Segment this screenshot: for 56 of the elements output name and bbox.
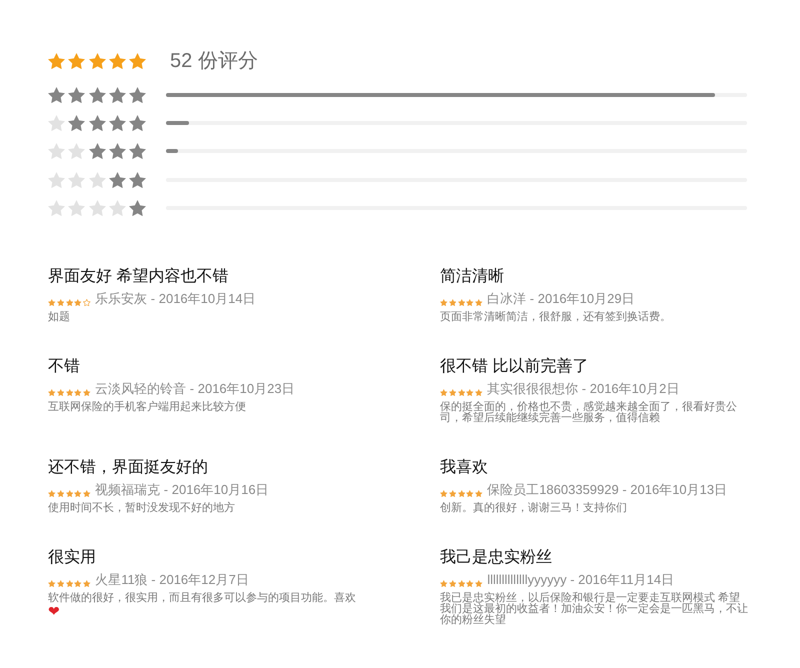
- review-byline: 乐乐安灰 - 2016年10月14日: [95, 290, 256, 307]
- star-icon: [108, 143, 126, 160]
- empty-star-icon: [48, 114, 65, 132]
- star-icon: [129, 200, 146, 216]
- review-title: 不错: [48, 356, 80, 377]
- review-text: 创新。真的很好，谢谢三马！支持你们: [440, 502, 627, 514]
- review-byline: 视频福瑞克 - 2016年10月16日: [95, 482, 269, 498]
- review-byline: 其实很很很想你 - 2016年10月2日: [487, 380, 680, 397]
- star-icon: [68, 52, 86, 70]
- star-icon: [129, 86, 146, 103]
- heart-icon: ❤: [48, 604, 60, 619]
- rating-count: 52 份评分: [170, 49, 258, 73]
- star-icon: [129, 114, 146, 132]
- review-title: 我喜欢: [440, 458, 488, 478]
- review-byline: 云淡风轻的铃音 - 2016年10月23日: [95, 380, 295, 397]
- empty-star-icon: [108, 200, 126, 216]
- star-icon: [88, 114, 106, 132]
- review-title: 很实用: [48, 548, 96, 568]
- star-icon: [88, 86, 106, 103]
- review-text: 如题: [48, 312, 70, 323]
- star-icon: [129, 172, 146, 188]
- empty-star-icon: [48, 200, 65, 216]
- review-byline: 白冰洋 - 2016年10月29日: [487, 290, 635, 307]
- empty-star-icon: [88, 200, 106, 216]
- empty-star-icon: [48, 172, 65, 188]
- empty-star-icon: [88, 172, 106, 188]
- review-byline: 保险员工18603359929 - 2016年10月13日: [487, 482, 728, 498]
- review-byline: 火星11狼 - 2016年12月7日: [95, 572, 249, 588]
- star-icon: [108, 114, 126, 132]
- star-icon: [88, 143, 106, 160]
- star-icon: [108, 52, 126, 70]
- star-icon: [48, 52, 65, 70]
- review-byline: llllllllllllllyyyyyy - 2016年11月14日: [487, 572, 674, 588]
- review-text: 保的挺全面的，价格也不贵，感觉越来越全面了，很看好贵公司，希望后续能继续完善一些服务，值得信赖: [440, 402, 738, 424]
- empty-star-icon: [68, 200, 86, 216]
- review-text: 互联网保险的手机客户端用起来比较方便: [48, 402, 246, 413]
- review-text: 页面非常清晰简洁，很舒服，还有签到换话费。: [440, 312, 671, 323]
- review-title: 还不错，界面挺友好的: [48, 458, 208, 478]
- star-icon: [48, 86, 65, 103]
- star-icon: [88, 52, 106, 70]
- empty-star-icon: [48, 143, 65, 160]
- star-icon: [129, 52, 146, 70]
- review-text: 使用时间不长，暂时没发现不好的地方: [48, 502, 235, 514]
- review-text: 软件做的很好，很实用，而且有很多可以参与的项目功能。喜欢: [48, 592, 356, 604]
- star-icon: [108, 172, 126, 188]
- review-title: 简洁清晰: [440, 266, 504, 287]
- star-icon: [129, 143, 146, 160]
- star-icon: [68, 86, 86, 103]
- empty-star-icon: [68, 172, 86, 188]
- empty-star-icon: [68, 143, 86, 160]
- review-title: 界面友好 希望内容也不错: [48, 266, 228, 287]
- review-title: 很不错 比以前完善了: [440, 356, 588, 377]
- star-icon: [108, 86, 126, 103]
- review-title: 我己是忠实粉丝: [440, 548, 552, 568]
- star-icon: [68, 114, 86, 132]
- review-text: 我已是忠实粉丝，以后保险和银行是一定要走互联网模式 希望我们是这最初的收益者！加油众安！你一定会是一匹黑马，不让你的粉丝失望: [440, 592, 749, 626]
